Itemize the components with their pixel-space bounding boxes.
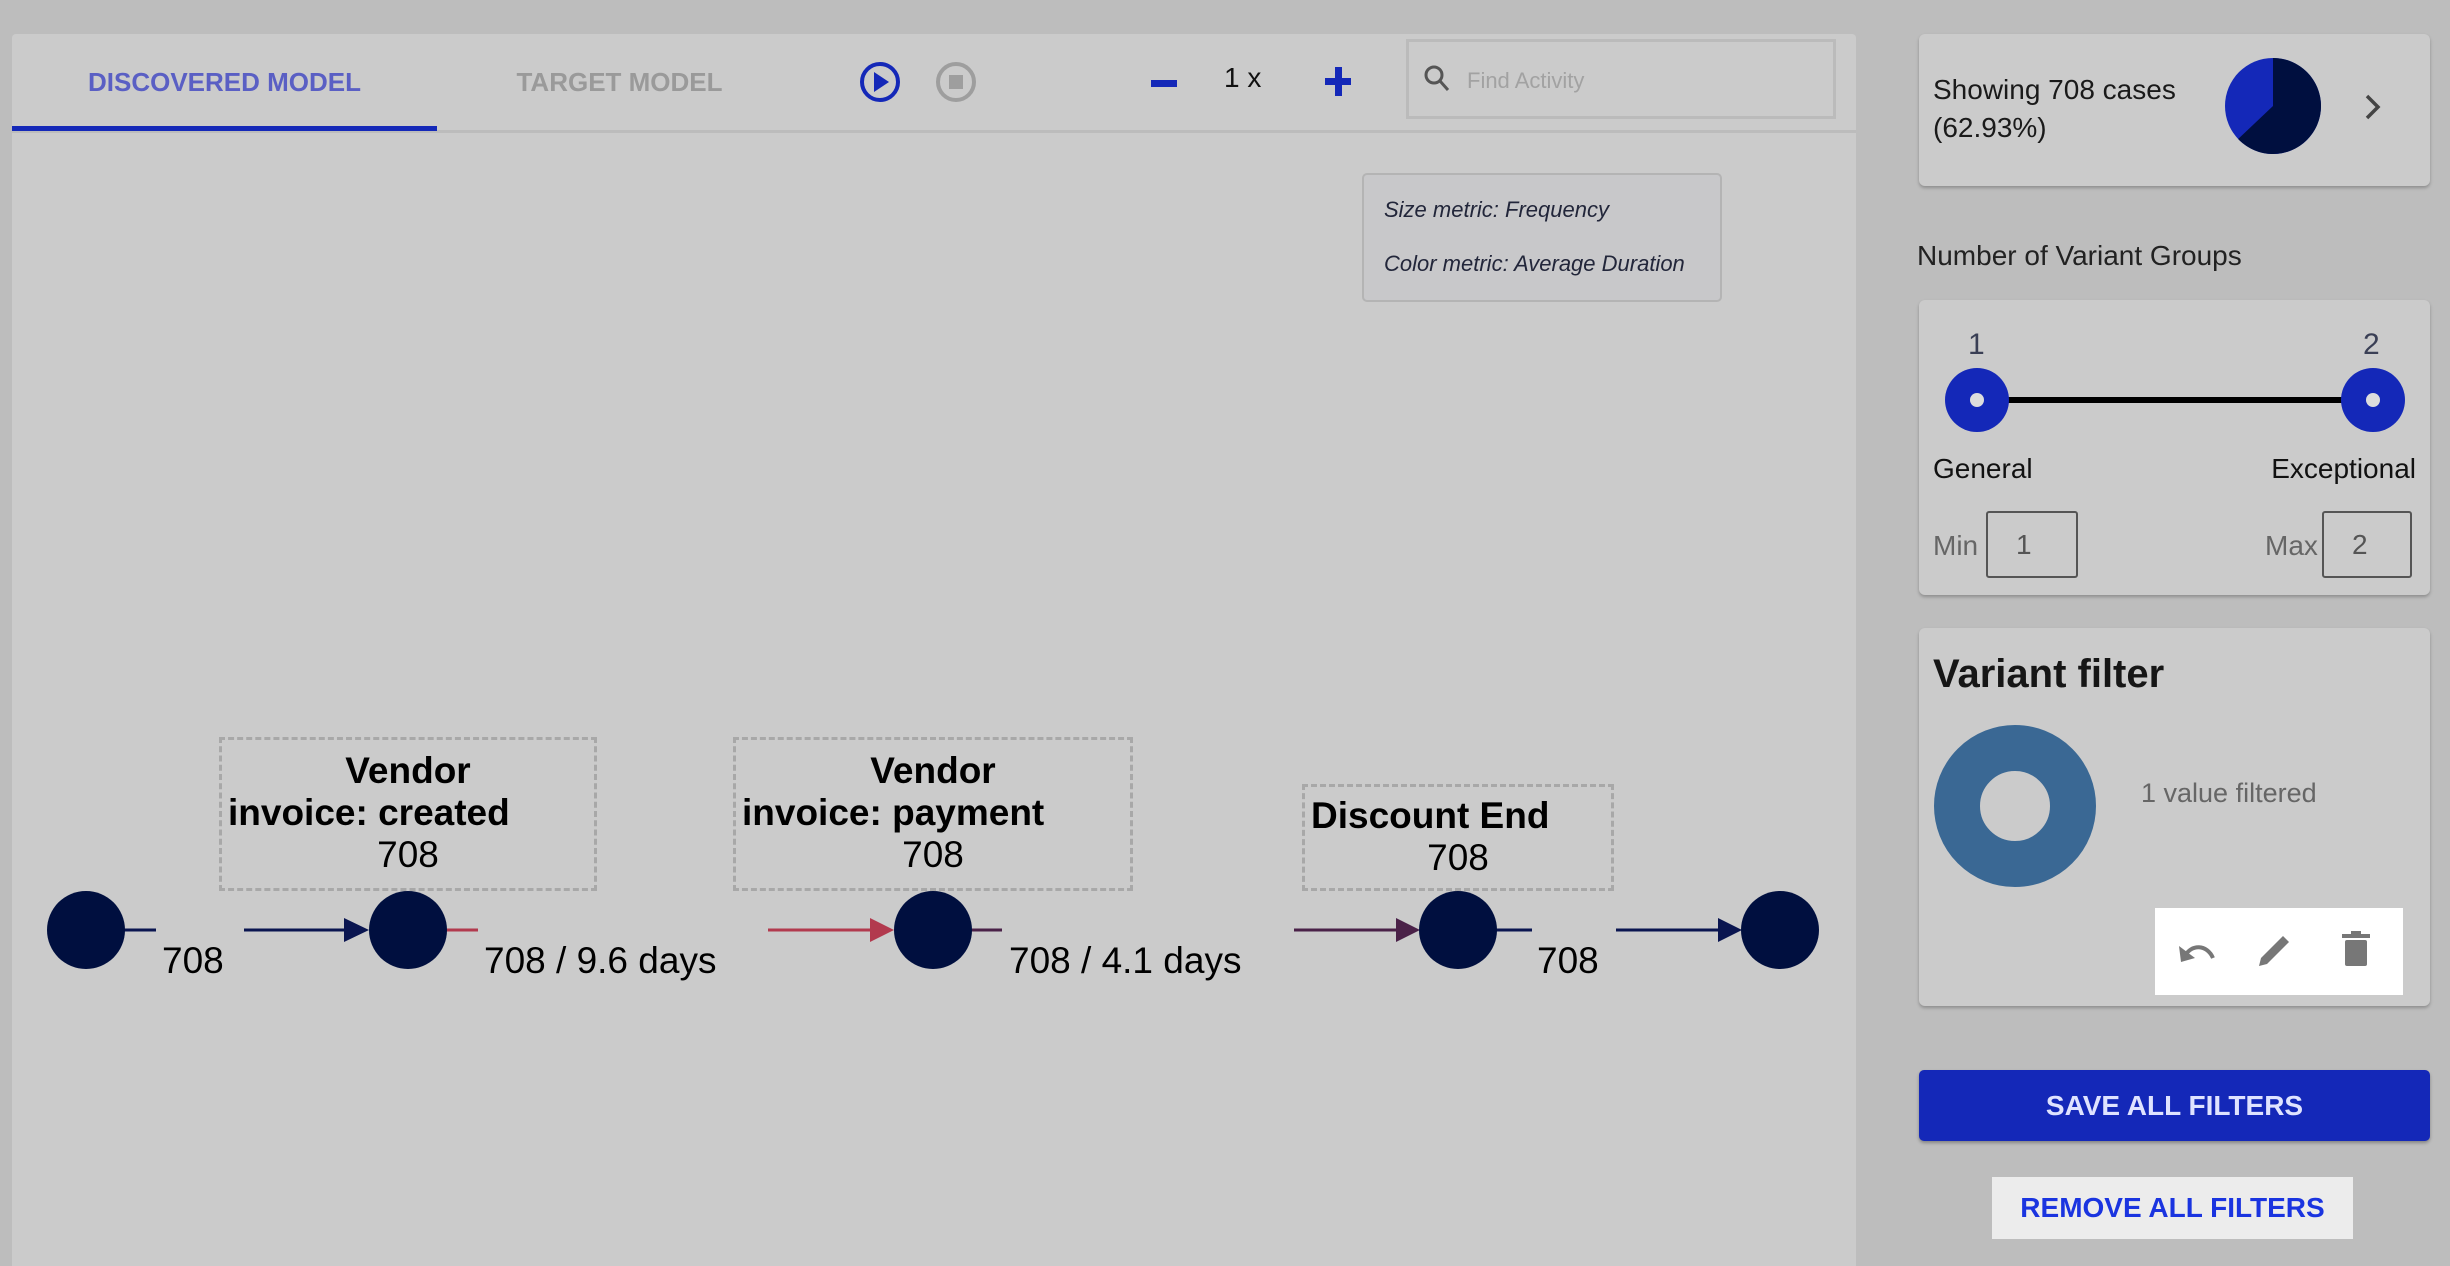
variant-filter-title: Variant filter (1933, 652, 2165, 696)
edge-label: 708 / 9.6 days (484, 940, 717, 981)
variant-filter-donut (1934, 725, 2096, 887)
edit-icon[interactable] (2255, 930, 2295, 970)
general-label: General (1933, 453, 2033, 484)
activity-name-line: invoice: created (228, 792, 510, 833)
cases-summary-card: Showing 708 cases (62.93%) (1919, 34, 2430, 186)
exceptional-label: Exceptional (2271, 453, 2416, 484)
activity-name-line: Vendor (870, 750, 996, 791)
edge-start-1 (122, 918, 369, 942)
min-input[interactable] (1986, 511, 2078, 578)
slider-min-value-label: 1 (1968, 328, 1985, 361)
activity-count: 708 (1427, 837, 1489, 878)
activity-count: 708 (902, 834, 964, 875)
slider-max-thumb[interactable] (2340, 367, 2406, 433)
remove-all-filters-button[interactable]: REMOVE ALL FILTERS (1992, 1177, 2353, 1239)
edge-label: 708 / 4.1 days (1009, 940, 1242, 981)
edge-3-end (1496, 918, 1742, 942)
end-node[interactable] (1741, 891, 1819, 969)
variant-filter-card: Variant filter 1 value filtered (1919, 628, 2430, 1006)
chevron-right-icon[interactable] (2363, 92, 2383, 122)
slider-min-thumb[interactable] (1944, 367, 2010, 433)
activity-node[interactable] (894, 891, 972, 969)
save-all-filters-button[interactable]: SAVE ALL FILTERS (1919, 1070, 2430, 1141)
activity-label[interactable]: Discount End 708 (1302, 784, 1614, 891)
process-graph (47, 891, 1819, 969)
activity-label[interactable]: Vendor invoice: created 708 (219, 737, 597, 891)
max-input[interactable] (2322, 511, 2412, 578)
activity-name-line: Vendor (345, 750, 471, 791)
edge-2-3 (970, 918, 1420, 942)
variant-groups-title: Number of Variant Groups (1917, 240, 2242, 271)
activity-node[interactable] (1419, 891, 1497, 969)
variant-groups-card: 1 2 General Exceptional Min Max (1919, 300, 2430, 595)
delete-icon[interactable] (2339, 930, 2373, 970)
process-map-panel: DISCOVERED MODEL TARGET MODEL 1 x Size m… (12, 34, 1856, 1266)
edge-label: 708 (162, 940, 224, 981)
edge-1-2 (444, 918, 894, 942)
cases-percent: (62.93%) (1933, 112, 2047, 143)
undo-icon[interactable] (2177, 934, 2217, 970)
filter-actions (2155, 908, 2403, 995)
activity-count: 708 (377, 834, 439, 875)
activity-node[interactable] (369, 891, 447, 969)
activity-name-line: invoice: payment (742, 792, 1045, 833)
slider-track[interactable] (1977, 397, 2373, 403)
slider-max-value-label: 2 (2363, 328, 2380, 361)
start-node[interactable] (47, 891, 125, 969)
variant-filter-status: 1 value filtered (2141, 778, 2317, 808)
min-label: Min (1933, 530, 1979, 561)
cases-count: Showing 708 cases (1933, 74, 2176, 105)
edge-label: 708 (1537, 940, 1599, 981)
max-label: Max (2265, 530, 2318, 561)
activity-name-line: Discount End (1311, 795, 1550, 836)
cases-pie-chart (2225, 58, 2321, 154)
activity-label[interactable]: Vendor invoice: payment 708 (733, 737, 1133, 891)
